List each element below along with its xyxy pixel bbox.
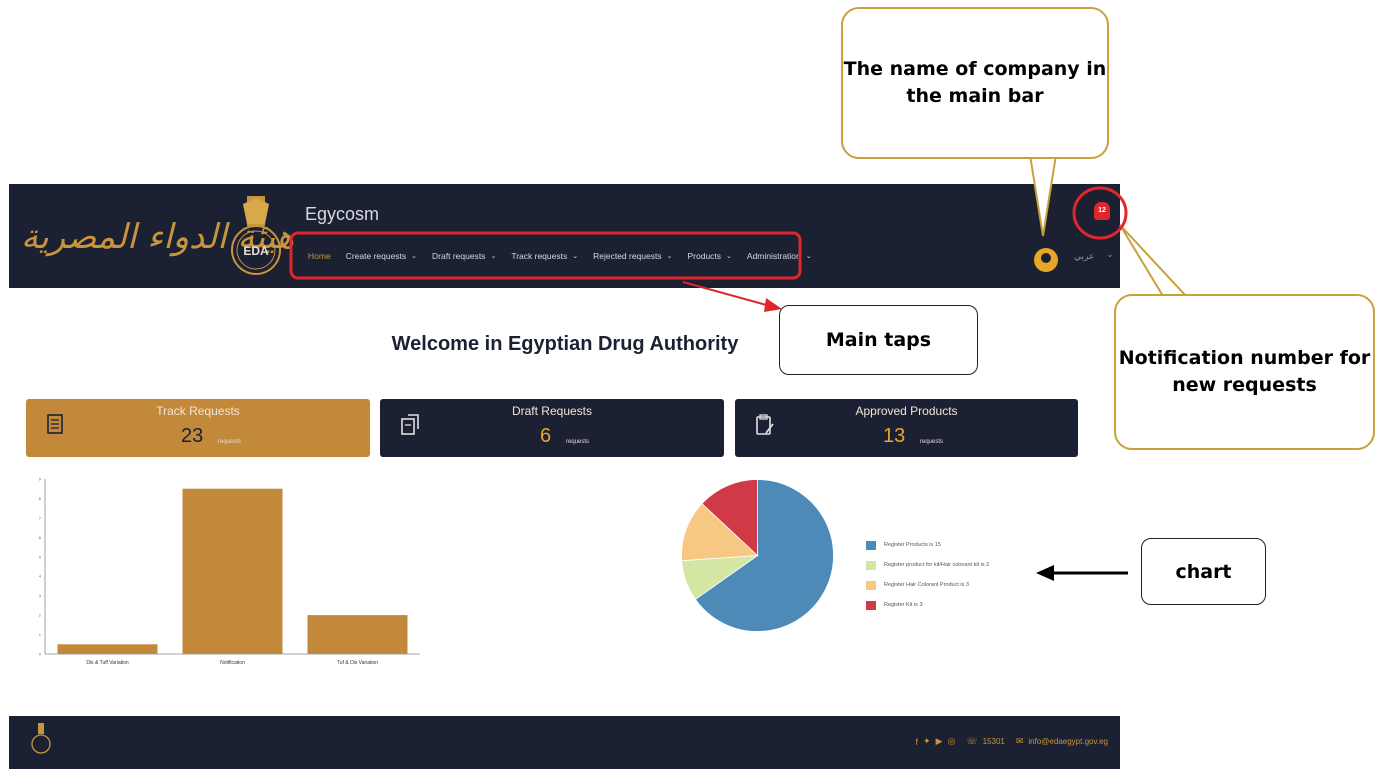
company-callout: The name of company in the main bar [841,7,1109,159]
y-tick-label: 4 [39,574,42,579]
card-title: Draft Requests [511,404,593,418]
chevron-down-icon: ⌄ [411,253,418,260]
tab-label: Rejected requests [593,251,662,261]
x-tick-label: Dis & Tuff Variation [86,660,129,666]
tab-label: Track requests [511,251,568,261]
legend-item: Register Kit is 3 [866,600,989,610]
main-nav: Home Create requests ⌄ Draft requests ⌄ Track… [308,246,827,266]
chart-callout: chart [1141,538,1266,605]
footer-contact: f ✦ ▶ ◎ ☏ 15301 ✉ info@edaegypt.gov.eg [916,736,1109,747]
legend-swatch [866,540,876,550]
y-tick-label: 2 [39,613,42,618]
legend-label: Register Products is 15 [884,542,941,548]
bar [57,644,158,654]
card-title: Track Requests [156,404,240,418]
notification-callout: Notification number for new requests [1114,294,1375,450]
main-taps-callout: Main taps [779,305,978,375]
bar [182,488,283,654]
card-title: Approved Products [855,404,958,418]
tab-create-requests[interactable]: Create requests ⌄ [346,251,417,261]
user-avatar-icon[interactable] [1034,248,1058,272]
company-name: Egycosm [305,204,380,224]
chevron-down-icon: ⌄ [805,253,812,260]
tab-products[interactable]: Products ⌄ [687,251,731,261]
tab-label: Create requests [345,251,407,261]
y-tick-label: 7 [39,515,42,520]
footer: f ✦ ▶ ◎ ☏ 15301 ✉ info@edaegypt.gov.eg [9,716,1120,769]
legend-swatch [866,560,876,570]
approved-products-card[interactable]: Approved Products 13 requests [735,399,1078,457]
legend-item: Register Products is 15 [866,540,989,550]
chevron-down-icon: ⌄ [726,253,732,260]
track-requests-card[interactable]: Track Requests 23 requests [26,399,370,457]
facebook-icon[interactable]: f [916,737,919,747]
top-bar: هيئة الدواء المصرية EDA Egycosm Home Crea… [9,184,1120,288]
card-unit: requests [218,439,242,445]
emblem-text: EDA [243,244,269,258]
tab-label: Home [308,251,331,261]
card-unit: requests [920,439,944,445]
legend-label: Register Hair Colorant Product is 3 [884,582,969,588]
twitter-icon[interactable]: ✦ [923,736,931,747]
legend-label: Register Kit is 3 [884,602,923,608]
phone-icon: ☏ [966,736,978,746]
tab-administration[interactable]: Administration ⌄ [747,251,812,261]
y-tick-label: 0 [39,652,42,657]
legend-swatch [866,600,876,610]
tab-label: Products [687,251,722,261]
legend-item: Register Hair Colorant Product is 3 [866,580,989,590]
eda-emblem-icon: EDA [231,196,281,275]
chevron-down-icon: ⌄ [666,253,673,260]
card-value: 13 [883,425,906,447]
requests-bar-chart: 0 1 2 3 4 5 6 7 8 9 Dis & Tuff Variation Notificati… [39,477,420,666]
tab-draft-requests[interactable]: Draft requests ⌄ [432,251,496,261]
x-tick-label: Tuf & Dis Variation [337,660,378,666]
products-pie-chart [681,479,834,632]
notification-count: 12 [1098,207,1106,214]
page-title: Welcome in Egyptian Drug Authority [391,333,739,355]
card-unit: requests [566,439,590,445]
chevron-down-icon: ⌄ [572,253,579,260]
y-tick-label: 3 [39,593,42,598]
tab-rejected-requests[interactable]: Rejected requests ⌄ [593,251,672,261]
x-tick-label: Notification [220,660,245,666]
language-switch[interactable]: عربي [1074,251,1094,262]
legend-label: Register product for kit/Hair colorant k… [884,562,990,568]
instagram-icon[interactable]: ◎ [947,736,955,747]
draft-requests-card[interactable]: Draft Requests 6 requests [380,399,724,457]
arabic-logo: هيئة الدواء المصرية [21,217,295,257]
legend-item: Register product for kit/Hair colorant k… [866,560,989,570]
pie-legend: Register Products is 15 Register product … [866,540,989,620]
bar [307,615,408,654]
y-tick-label: 5 [39,554,42,559]
footer-phone[interactable]: 15301 [983,737,1005,746]
mail-icon: ✉ [1015,736,1024,746]
card-value: 23 [181,425,204,447]
legend-swatch [866,580,876,590]
tab-label: Draft requests [432,251,486,261]
card-value: 6 [540,425,552,447]
tab-track-requests[interactable]: Track requests ⌄ [511,251,578,261]
y-tick-label: 1 [39,632,42,637]
tab-label: Administration [746,251,801,261]
notification-bell-icon[interactable]: 12 [1094,202,1110,220]
y-tick-label: 6 [39,535,42,540]
y-tick-label: 8 [39,496,42,501]
footer-email[interactable]: info@edaegypt.gov.eg [1028,737,1108,746]
chevron-down-icon: ⌄ [490,253,497,260]
tab-home[interactable]: Home [308,251,331,261]
eda-footer-emblem-icon [31,723,51,754]
chevron-down-icon[interactable]: ⌄ [1106,249,1114,260]
y-tick-label: 9 [39,477,42,482]
youtube-icon[interactable]: ▶ [936,736,943,747]
